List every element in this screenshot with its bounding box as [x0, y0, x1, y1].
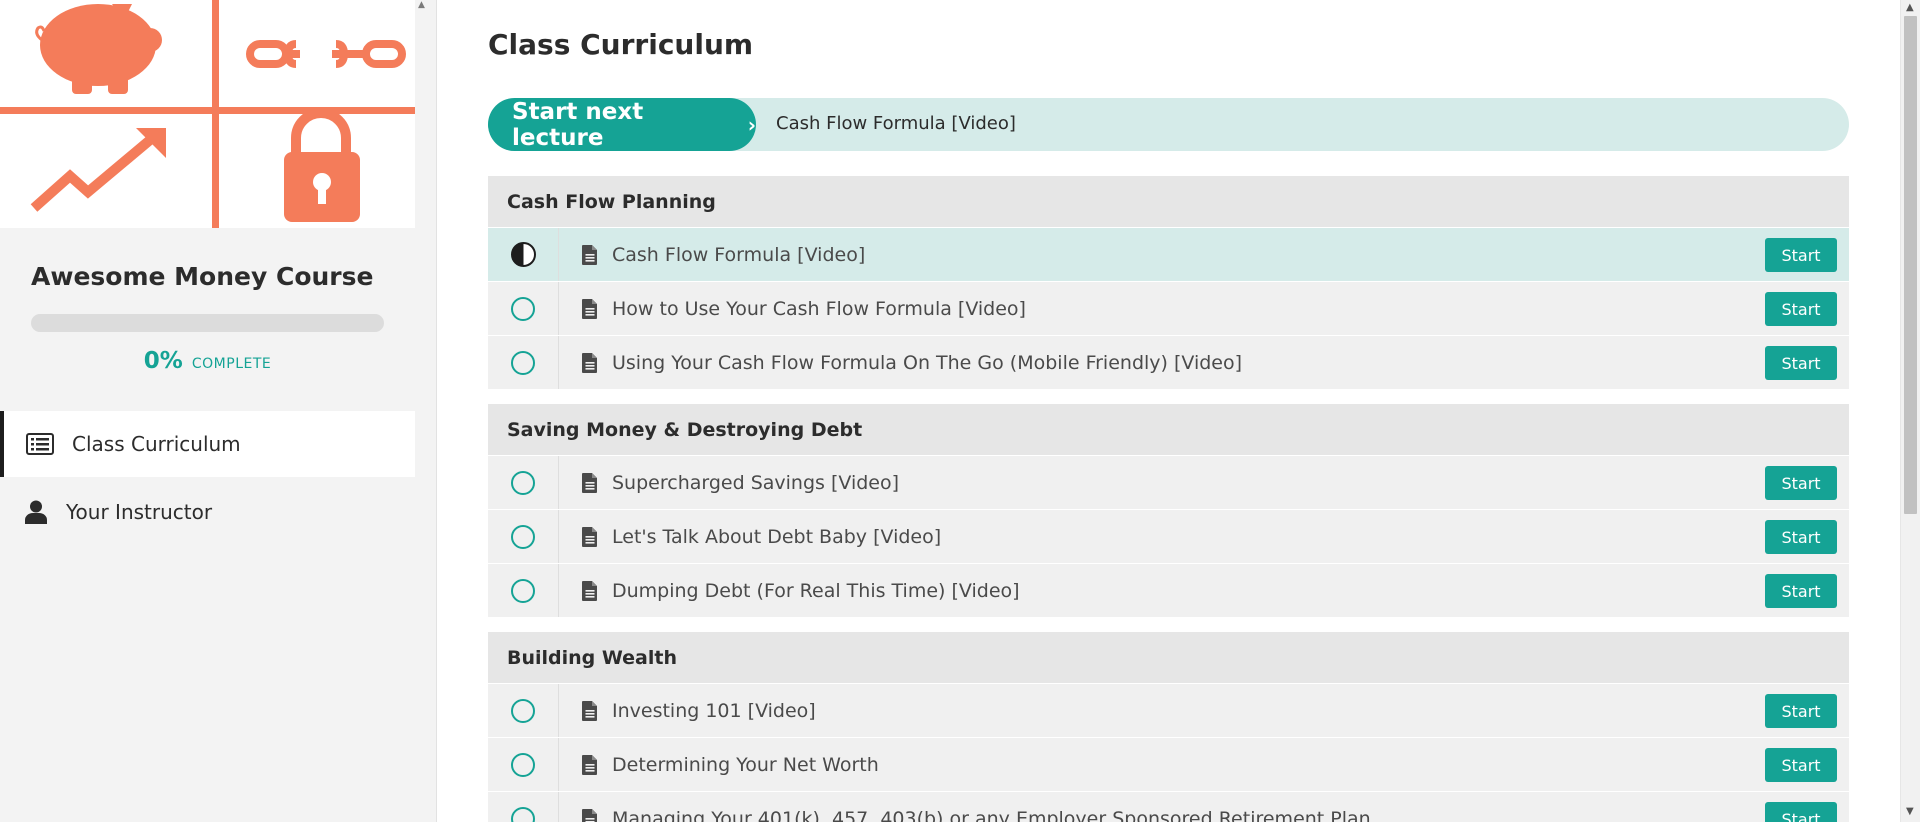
lecture-row[interactable]: Cash Flow Formula [Video] Start	[488, 228, 1849, 282]
start-lecture-button[interactable]: Start	[1765, 466, 1837, 500]
section-title: Saving Money & Destroying Debt	[488, 404, 1849, 456]
nav-item-class-curriculum[interactable]: Class Curriculum	[0, 411, 415, 477]
lecture-title: Dumping Debt (For Real This Time) [Video…	[612, 579, 1020, 602]
scroll-up-icon[interactable]: ▲	[1906, 2, 1914, 13]
empty-circle-icon	[511, 752, 535, 777]
next-lecture-title: Cash Flow Formula [Video]	[776, 113, 1016, 134]
lecture-title: Supercharged Savings [Video]	[612, 471, 900, 494]
document-icon	[582, 808, 598, 822]
progress-complete-word: COMPLETE	[191, 356, 272, 372]
lecture-title: Investing 101 [Video]	[612, 699, 816, 722]
progress-percent: 0%	[143, 348, 183, 374]
start-lecture-button[interactable]: Start	[1765, 574, 1837, 608]
next-lecture-bar: Start next lecture › Cash Flow Formula […	[488, 98, 1849, 151]
chevron-right-icon: ›	[747, 112, 756, 137]
document-icon	[582, 580, 598, 601]
start-lecture-button[interactable]: Start	[1765, 520, 1837, 554]
progress-label: 0% COMPLETE	[31, 348, 384, 374]
user-icon	[22, 498, 50, 526]
start-lecture-button[interactable]: Start	[1765, 292, 1837, 326]
lecture-title: How to Use Your Cash Flow Formula [Video…	[612, 297, 1026, 320]
empty-circle-icon	[511, 350, 535, 375]
document-icon	[582, 352, 598, 373]
empty-circle-icon	[511, 806, 535, 822]
course-title: Awesome Money Course	[31, 262, 374, 291]
lecture-status	[488, 336, 559, 389]
nav-item-your-instructor[interactable]: Your Instructor	[0, 477, 415, 547]
start-lecture-button[interactable]: Start	[1765, 802, 1837, 822]
start-lecture-button[interactable]: Start	[1765, 238, 1837, 272]
lecture-row[interactable]: Investing 101 [Video] Start	[488, 684, 1849, 738]
start-next-lecture-button[interactable]: Start next lecture ›	[488, 98, 756, 151]
lecture-status	[488, 564, 559, 617]
scroll-down-icon[interactable]: ▼	[1906, 806, 1914, 817]
course-sidebar: Awesome Money Course 0% COMPLETE Class C…	[0, 0, 415, 822]
start-lecture-button[interactable]: Start	[1765, 748, 1837, 782]
course-nav: Class Curriculum Your Instructor	[0, 411, 415, 547]
document-icon	[582, 298, 598, 319]
lecture-title: Managing Your 401(k), 457, 403(b) or any…	[612, 807, 1371, 822]
lecture-status	[488, 510, 559, 563]
list-icon	[26, 430, 54, 458]
document-icon	[582, 472, 598, 493]
lecture-status	[488, 456, 559, 509]
start-next-lecture-label: Start next lecture	[512, 98, 644, 151]
section-title: Cash Flow Planning	[488, 176, 1849, 228]
lecture-status	[488, 282, 559, 335]
nav-label: Your Instructor	[66, 500, 213, 524]
lecture-status	[488, 792, 559, 822]
curriculum-sections: Cash Flow Planning Cash Flow Formula [Vid…	[488, 176, 1849, 822]
money-illustration	[0, 0, 415, 228]
empty-circle-icon	[511, 470, 535, 495]
curriculum-section: Saving Money & Destroying Debt Supercharg…	[488, 404, 1849, 618]
section-title: Building Wealth	[488, 632, 1849, 684]
page-scrollbar[interactable]: ▲ ▼	[1900, 0, 1920, 822]
curriculum-section: Cash Flow Planning Cash Flow Formula [Vid…	[488, 176, 1849, 390]
document-icon	[582, 526, 598, 547]
course-hero-image	[0, 0, 415, 228]
empty-circle-icon	[511, 578, 535, 603]
lecture-title: Determining Your Net Worth	[612, 753, 879, 776]
course-progress-bar	[31, 314, 384, 332]
empty-circle-icon	[511, 524, 535, 549]
lecture-status	[488, 228, 559, 281]
scrollbar-thumb[interactable]	[1904, 16, 1917, 514]
lecture-title: Cash Flow Formula [Video]	[612, 243, 866, 266]
app-root: Awesome Money Course 0% COMPLETE Class C…	[0, 0, 1920, 822]
lecture-row[interactable]: Dumping Debt (For Real This Time) [Video…	[488, 564, 1849, 618]
lecture-title: Using Your Cash Flow Formula On The Go (…	[612, 351, 1243, 374]
lecture-row[interactable]: Determining Your Net Worth Start	[488, 738, 1849, 792]
curriculum-section: Building Wealth Investing 101 [Video] Star…	[488, 632, 1849, 822]
lecture-status	[488, 684, 559, 737]
page-title: Class Curriculum	[488, 28, 754, 61]
document-icon	[582, 244, 598, 265]
lecture-row[interactable]: How to Use Your Cash Flow Formula [Video…	[488, 282, 1849, 336]
lecture-row[interactable]: Using Your Cash Flow Formula On The Go (…	[488, 336, 1849, 390]
lecture-row[interactable]: Managing Your 401(k), 457, 403(b) or any…	[488, 792, 1849, 822]
lecture-row[interactable]: Let's Talk About Debt Baby [Video] Start	[488, 510, 1849, 564]
sidebar-scroll-up-icon[interactable]: ▲	[418, 0, 425, 10]
sidebar-divider	[415, 0, 437, 822]
document-icon	[582, 700, 598, 721]
curriculum-main: Class Curriculum Start next lecture › Ca…	[437, 0, 1900, 822]
lecture-row[interactable]: Supercharged Savings [Video] Start	[488, 456, 1849, 510]
half-circle-icon	[510, 242, 536, 267]
document-icon	[582, 754, 598, 775]
start-lecture-button[interactable]: Start	[1765, 346, 1837, 380]
lecture-title: Let's Talk About Debt Baby [Video]	[612, 525, 942, 548]
start-lecture-button[interactable]: Start	[1765, 694, 1837, 728]
empty-circle-icon	[511, 698, 535, 723]
empty-circle-icon	[511, 296, 535, 321]
lecture-status	[488, 738, 559, 791]
nav-label: Class Curriculum	[72, 432, 241, 456]
